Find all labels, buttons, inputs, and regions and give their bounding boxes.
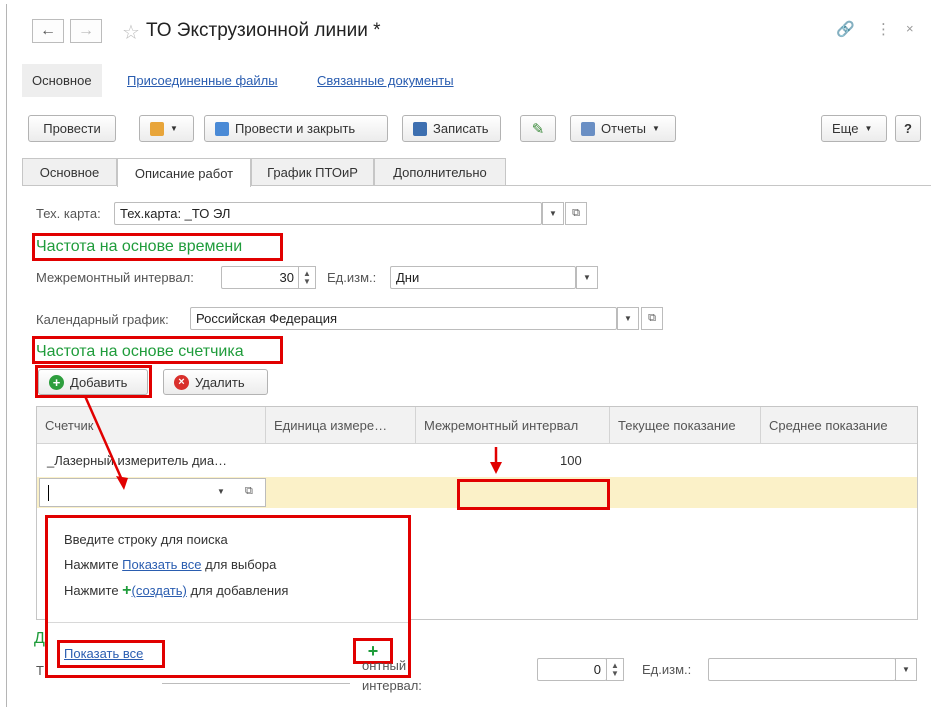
popup-hint-line-1: Введите строку для поиска	[64, 532, 228, 547]
popup-hint-line-3: Нажмите +(создать) для добавления	[64, 582, 288, 600]
bottom-interval-value: 0	[593, 662, 601, 677]
green-plus-icon: +	[122, 582, 132, 599]
bottom-interval-label-1: онтный	[362, 658, 407, 673]
bottom-interval-label-2: интервал:	[362, 678, 422, 693]
tab-work-description[interactable]: Описание работ	[117, 158, 251, 187]
popup-line3-suffix: для добавления	[186, 583, 289, 598]
popup-divider	[48, 622, 408, 623]
tab-work-description-label: Описание работ	[134, 165, 234, 181]
bottom-unit-dropdown-icon[interactable]: ▼	[895, 658, 917, 681]
bottom-interval-spinner[interactable]: ▲ ▼	[606, 658, 624, 681]
popup-line2-suffix: для выбора	[201, 557, 277, 572]
bottom-field-underline	[162, 683, 350, 684]
popup-line2-prefix: Нажмите	[64, 557, 123, 572]
partial-section-heading: Д	[34, 630, 45, 647]
popup-create-link[interactable]: (создать)	[132, 583, 187, 598]
popup-line3-prefix: Нажмите	[64, 583, 123, 598]
partial-label: Т	[36, 663, 44, 678]
popup-show-all-inline-link[interactable]: Показать все	[122, 557, 201, 572]
popup-hint-line-2: Нажмите Показать все для выбора	[64, 557, 276, 572]
bottom-unit-field[interactable]	[708, 658, 896, 681]
bottom-interval-input[interactable]: 0	[537, 658, 607, 681]
highlight-show-all	[57, 640, 165, 668]
bottom-unit-label: Ед.изм.:	[642, 662, 692, 677]
